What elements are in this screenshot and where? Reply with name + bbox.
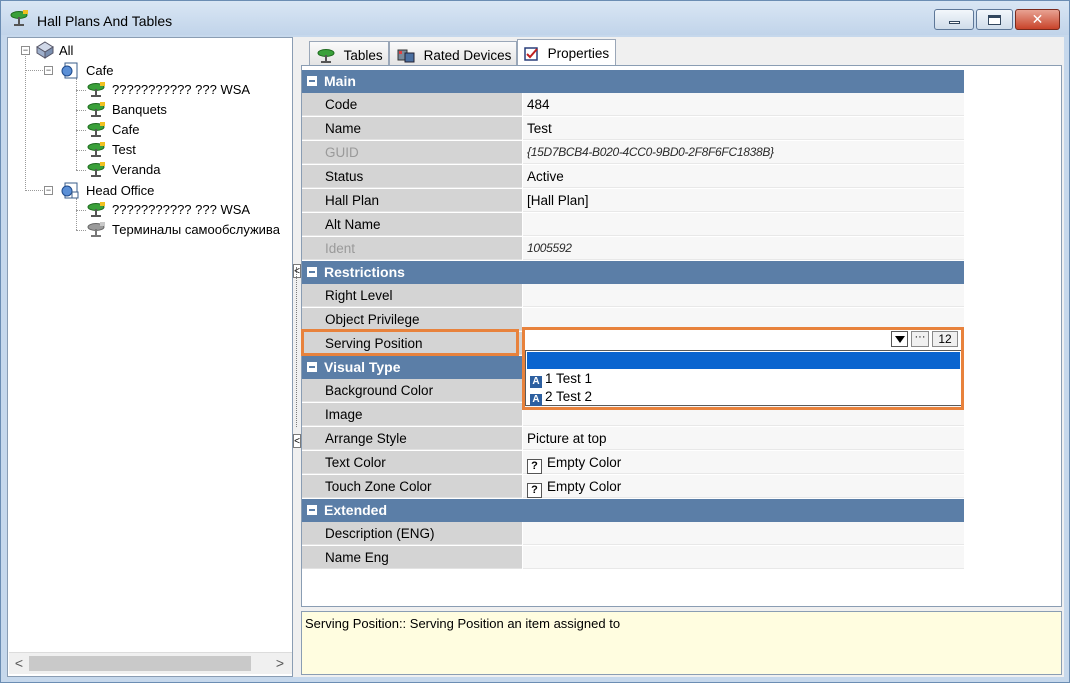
hall-table-icon bbox=[87, 122, 105, 137]
title-bar[interactable]: Hall Plans And Tables ✕ bbox=[1, 1, 1069, 35]
tree-item[interactable]: ??????????? ??? WSA bbox=[76, 80, 291, 100]
property-description-panel: Serving Position:: Serving Position an i… bbox=[301, 611, 1062, 675]
tree-node-cafe-group[interactable]: − Cafe bbox=[41, 61, 181, 81]
hall-tree-panel: − All − Cafe ??????????? ??? WSA Banquet… bbox=[7, 37, 293, 677]
close-icon: ✕ bbox=[1031, 11, 1044, 27]
properties-icon bbox=[524, 46, 538, 61]
tree-line bbox=[76, 210, 86, 211]
property-row-text-color[interactable]: Text Color ? Empty Color bbox=[302, 451, 964, 475]
maximize-button[interactable] bbox=[976, 9, 1013, 30]
scroll-right-icon[interactable]: > bbox=[272, 656, 288, 672]
hall-table-icon bbox=[87, 102, 105, 117]
scrollbar-thumb[interactable] bbox=[29, 656, 251, 671]
collapse-left-icon[interactable]: < bbox=[293, 264, 301, 278]
property-row-alt-name[interactable]: Alt Name bbox=[302, 213, 964, 237]
collapse-category-icon[interactable] bbox=[307, 267, 317, 277]
hall-plan-app-icon bbox=[10, 10, 28, 26]
panel-splitter[interactable]: < < bbox=[293, 37, 301, 677]
collapse-icon[interactable]: − bbox=[21, 46, 30, 55]
collapse-left-icon[interactable]: < bbox=[293, 434, 301, 448]
property-row-hall-plan[interactable]: Hall Plan [Hall Plan] bbox=[302, 189, 964, 213]
hall-table-icon bbox=[87, 162, 105, 177]
maximize-icon bbox=[988, 15, 1001, 25]
property-grid: Main Code 484 Name Test GUID {15D7BCB4-B… bbox=[301, 65, 1062, 607]
scroll-left-icon[interactable]: < bbox=[11, 656, 27, 672]
close-button[interactable]: ✕ bbox=[1015, 9, 1060, 30]
devices-icon bbox=[397, 49, 415, 63]
highlight-serving-position-label bbox=[301, 329, 519, 356]
restaurant-icon bbox=[61, 62, 78, 79]
hall-table-icon bbox=[87, 82, 105, 97]
highlight-serving-position-dropdown bbox=[522, 327, 964, 410]
tree-line bbox=[76, 170, 86, 171]
tree-line bbox=[76, 110, 86, 111]
tree-horizontal-scrollbar[interactable]: < > bbox=[9, 652, 292, 674]
all-objects-icon bbox=[36, 41, 54, 59]
category-main[interactable]: Main bbox=[302, 70, 964, 93]
property-row-name-eng[interactable]: Name Eng bbox=[302, 546, 964, 570]
category-restrictions[interactable]: Restrictions bbox=[302, 261, 964, 284]
tab-rated-devices[interactable]: Rated Devices bbox=[389, 41, 517, 65]
hall-table-icon bbox=[87, 142, 105, 157]
tree-line bbox=[76, 230, 86, 231]
tree-item[interactable]: Banquets bbox=[76, 100, 291, 120]
tree-item[interactable]: Терминалы самообслужива bbox=[76, 220, 291, 240]
tree-item[interactable]: Veranda bbox=[76, 160, 291, 180]
tab-tables[interactable]: Tables bbox=[309, 41, 389, 65]
tree-line bbox=[76, 130, 86, 131]
tree-node-all[interactable]: − All bbox=[18, 41, 118, 61]
hall-table-disabled-icon bbox=[87, 222, 105, 237]
property-row-code[interactable]: Code 484 bbox=[302, 93, 964, 117]
touch-zone-color-value[interactable]: ? Empty Color bbox=[523, 475, 964, 498]
main-window: Hall Plans And Tables ✕ − All − Cafe ???… bbox=[0, 0, 1070, 683]
splitter-grip-line bbox=[296, 267, 297, 427]
properties-pane: Tables Rated Devices Properties Main Cod… bbox=[301, 37, 1064, 677]
property-row-guid[interactable]: GUID {15D7BCB4-B020-4CC0-9BD0-2F8F6FC183… bbox=[302, 141, 964, 165]
restaurant-icon bbox=[61, 182, 79, 199]
text-color-value[interactable]: ? Empty Color bbox=[523, 451, 964, 474]
tree-item[interactable]: Cafe bbox=[76, 120, 291, 140]
tree-item[interactable]: ??????????? ??? WSA bbox=[76, 200, 291, 220]
property-row-status[interactable]: Status Active bbox=[302, 165, 964, 189]
tab-strip: Tables Rated Devices Properties bbox=[301, 39, 1064, 66]
collapse-category-icon[interactable] bbox=[307, 505, 317, 515]
tree-line bbox=[76, 90, 86, 91]
collapse-icon[interactable]: − bbox=[44, 186, 53, 195]
collapse-category-icon[interactable] bbox=[307, 362, 317, 372]
minimize-button[interactable] bbox=[934, 9, 974, 30]
minimize-icon bbox=[949, 21, 960, 24]
empty-color-icon: ? bbox=[527, 459, 542, 474]
hall-table-icon bbox=[87, 202, 105, 217]
collapse-category-icon[interactable] bbox=[307, 76, 317, 86]
property-row-arrange-style[interactable]: Arrange Style Picture at top bbox=[302, 427, 964, 451]
tab-properties[interactable]: Properties bbox=[517, 39, 616, 66]
collapse-icon[interactable]: − bbox=[44, 66, 53, 75]
property-row-right-level[interactable]: Right Level bbox=[302, 284, 964, 308]
property-row-name[interactable]: Name Test bbox=[302, 117, 964, 141]
tree-node-head-office-group[interactable]: − Head Office bbox=[41, 181, 201, 201]
category-extended[interactable]: Extended bbox=[302, 499, 964, 522]
empty-color-icon: ? bbox=[527, 483, 542, 498]
table-icon bbox=[317, 48, 335, 63]
tree-line bbox=[76, 150, 86, 151]
window-title: Hall Plans And Tables bbox=[37, 13, 173, 29]
property-row-ident[interactable]: Ident 1005592 bbox=[302, 237, 964, 261]
tree-line bbox=[25, 54, 26, 191]
property-row-touch-zone-color[interactable]: Touch Zone Color ? Empty Color bbox=[302, 475, 964, 499]
client-area: − All − Cafe ??????????? ??? WSA Banquet… bbox=[7, 37, 1064, 677]
tree-item[interactable]: Test bbox=[76, 140, 291, 160]
property-row-description-eng[interactable]: Description (ENG) bbox=[302, 522, 964, 546]
